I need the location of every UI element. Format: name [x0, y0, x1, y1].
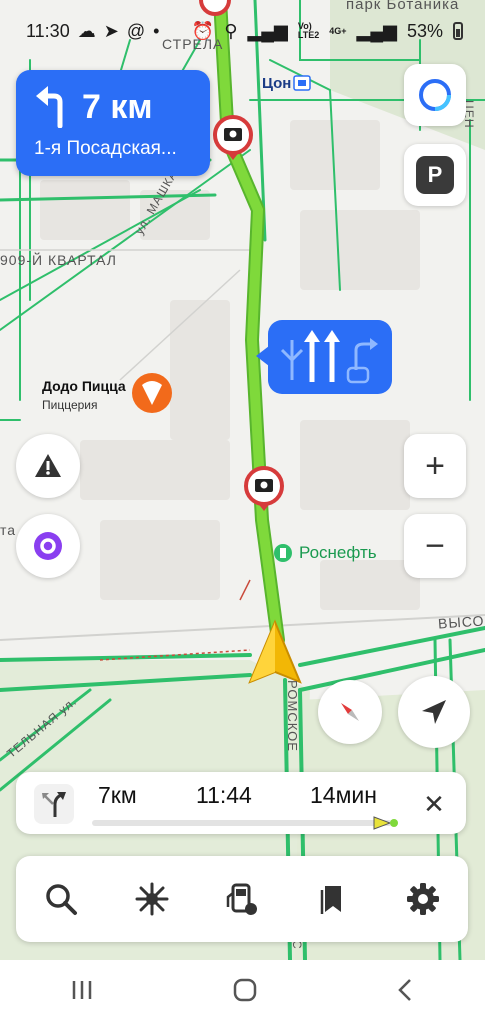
signal-bars-icon: ▂▄▆	[356, 20, 397, 41]
status-bar: 11:30 ☁ ➤ @ • ⏰ ⚲ ▂▄▆ Vo) LTE2 4G+ ▂▄▆ 5…	[0, 0, 485, 62]
rosneft-poi-icon[interactable]	[274, 544, 292, 562]
home-icon	[233, 978, 256, 1001]
volte-indicator: Vo) LTE2	[298, 22, 319, 40]
back-button[interactable]	[395, 977, 417, 1008]
bottom-toolbar	[16, 856, 468, 942]
home-button[interactable]	[232, 977, 258, 1008]
warning-icon	[35, 454, 61, 477]
route-summary-panel[interactable]: 7км 11:44 14мин ✕	[16, 772, 466, 834]
signal-bars-icon: ▂▄▆	[247, 20, 288, 41]
minus-icon: −	[425, 526, 445, 565]
at-icon: @	[126, 20, 146, 41]
poi-name[interactable]: Додо Пицца	[42, 378, 126, 394]
route-options-button[interactable]	[34, 784, 74, 824]
route-distance: 7км	[98, 782, 137, 808]
map-label-kvartal: 909-Й КВАРТАЛ	[0, 252, 117, 268]
discover-button[interactable]	[122, 869, 182, 929]
route-progress-bar	[92, 816, 398, 830]
fork-route-icon	[42, 792, 66, 817]
recents-icon	[72, 980, 91, 999]
burst-icon	[135, 882, 169, 916]
parking-button[interactable]: P	[404, 144, 466, 206]
alice-icon	[34, 532, 62, 560]
bookmarks-button[interactable]	[302, 869, 362, 929]
settings-button[interactable]	[393, 869, 453, 929]
volte-bottom: LTE2	[297, 30, 320, 40]
arrival-time: 11:44	[196, 782, 252, 808]
fuel-icon	[226, 883, 257, 915]
bookmark-icon	[321, 886, 342, 914]
status-time: 11:30	[26, 20, 70, 41]
network-type: 4G+	[329, 25, 347, 36]
dot-icon: •	[153, 20, 160, 41]
compass-button[interactable]	[318, 680, 382, 744]
lane-arrows-icon	[280, 330, 378, 384]
map-label-vysoc: ВЫСО	[437, 612, 485, 632]
system-navigation-bar	[0, 960, 485, 1024]
lane-guidance	[256, 320, 392, 394]
transport-icon	[293, 75, 311, 91]
back-icon	[397, 978, 411, 1001]
assistant-ring-icon	[419, 79, 451, 111]
cancel-route-button[interactable]: ✕	[416, 786, 452, 822]
my-location-button[interactable]	[398, 676, 470, 748]
close-icon: ✕	[423, 788, 445, 819]
map-label-romskoe: РОМСКОЕ	[285, 680, 300, 752]
map-label-rosneft: Роснефть	[299, 543, 377, 562]
route-duration: 14мин	[310, 782, 377, 808]
next-maneuver-card[interactable]: 7 км 1-я Посадская...	[16, 70, 210, 176]
pizza-poi-icon[interactable]	[132, 373, 172, 413]
search-icon	[46, 884, 78, 915]
map-label-tson: Цон	[262, 75, 292, 92]
cloud-icon: ☁	[77, 20, 96, 41]
alice-assistant-button[interactable]	[404, 64, 466, 126]
alarm-icon: ⏰	[191, 20, 215, 41]
parking-icon: P	[416, 156, 454, 194]
battery-percent: 53%	[406, 20, 443, 41]
gear-icon	[406, 883, 439, 915]
report-incident-button[interactable]	[16, 434, 80, 498]
turn-left-icon	[36, 86, 63, 128]
search-button[interactable]	[31, 869, 91, 929]
telegram-icon: ➤	[103, 20, 119, 41]
maneuver-distance: 7 км	[82, 88, 153, 126]
zoom-in-button[interactable]: +	[404, 434, 466, 498]
plus-icon: +	[425, 446, 445, 485]
location-icon: ⚲	[224, 20, 238, 41]
maneuver-street: 1-я Посадская...	[34, 138, 177, 159]
poi-category: Пиццерия	[42, 398, 98, 412]
destination-flag-icon	[373, 816, 398, 830]
compass-icon	[341, 703, 359, 721]
battery-icon	[453, 22, 463, 40]
alice-voice-button[interactable]	[16, 514, 80, 578]
recent-apps-button[interactable]	[69, 979, 95, 1006]
map-label-ta: та	[0, 522, 17, 538]
zoom-out-button[interactable]: −	[404, 514, 466, 578]
navigation-arrow-icon	[422, 700, 446, 724]
gas-stations-button[interactable]	[212, 869, 272, 929]
